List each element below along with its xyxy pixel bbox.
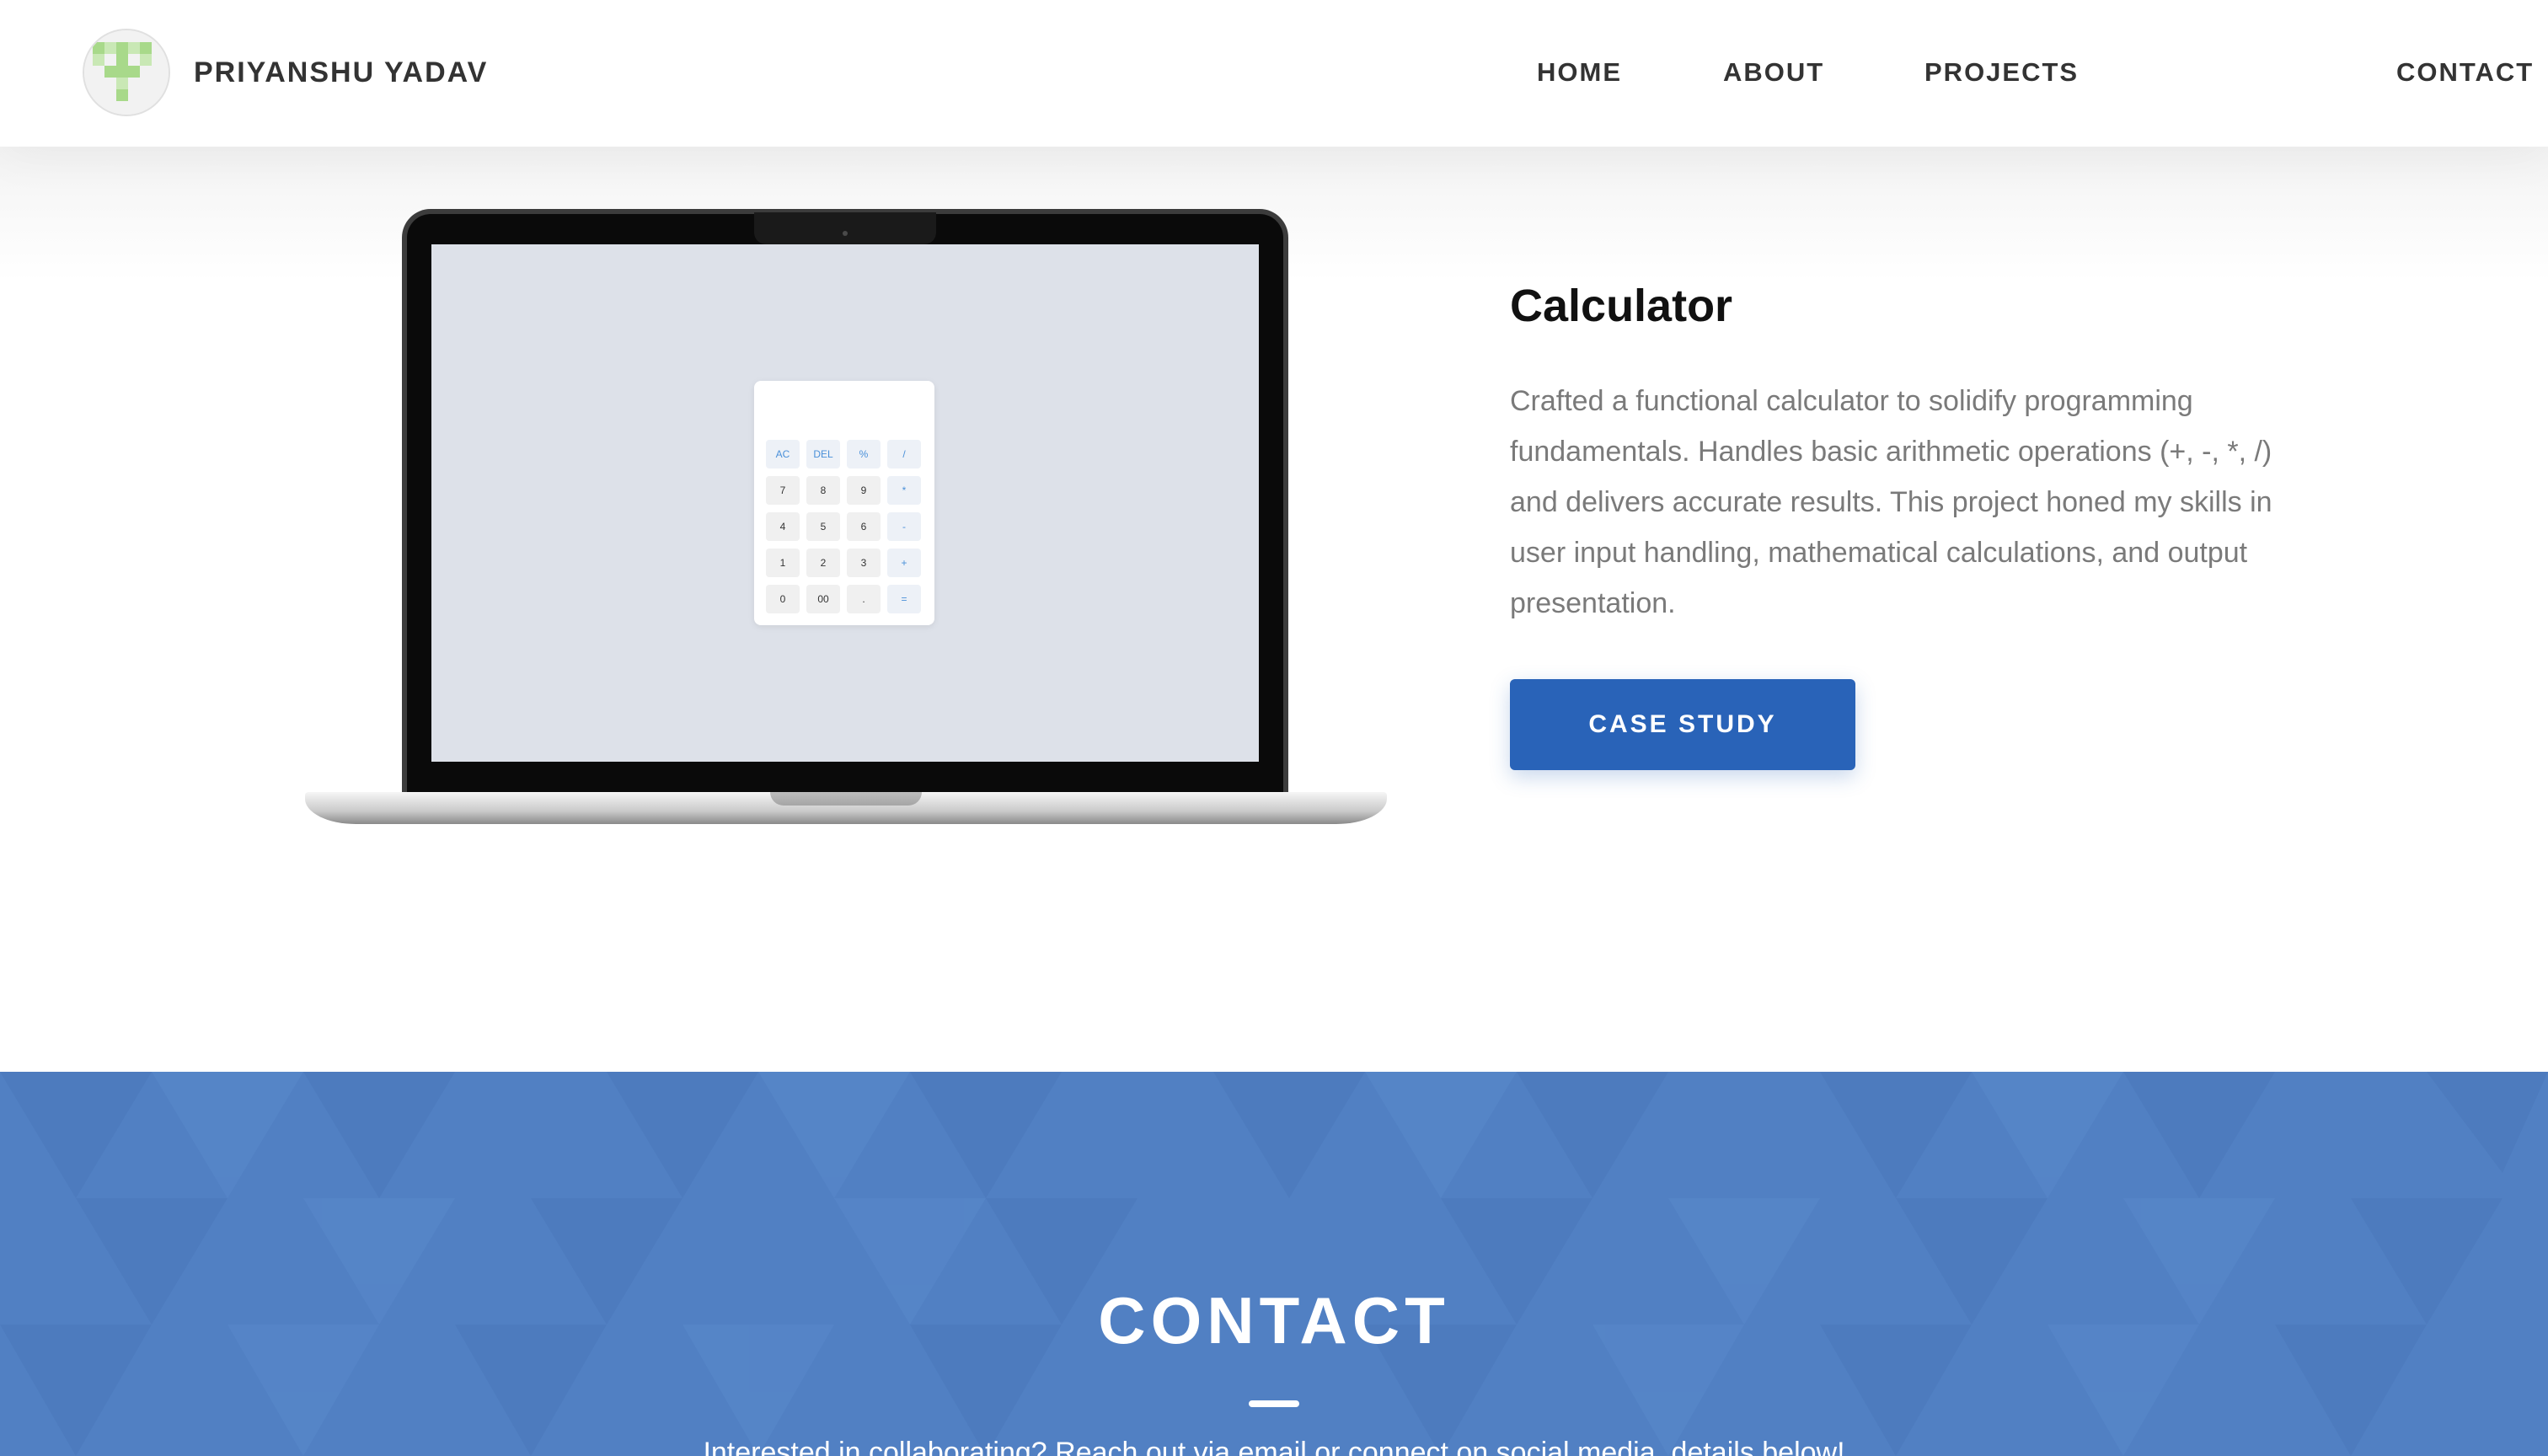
calc-key: 00: [806, 585, 840, 613]
main-nav: HOME ABOUT PROJECTS CONTACT: [1537, 54, 2548, 91]
laptop-lid: AC DEL % / 7 8 9 * 4 5 6 - 1 2 3 + 0 00 …: [402, 209, 1288, 794]
calc-key: 6: [847, 512, 881, 541]
logo-avatar[interactable]: [83, 29, 170, 116]
calculator-preview: AC DEL % / 7 8 9 * 4 5 6 - 1 2 3 + 0 00 …: [754, 381, 934, 625]
brand-name[interactable]: PRIYANSHU YADAV: [194, 54, 488, 91]
nav-home-link[interactable]: HOME: [1537, 54, 1622, 91]
calc-key: %: [847, 440, 881, 468]
calc-key: .: [847, 585, 881, 613]
heading-underline: [1249, 1400, 1299, 1407]
project-description: Crafted a functional calculator to solid…: [1510, 385, 2272, 619]
laptop-notch: [754, 212, 936, 244]
calc-key: 2: [806, 549, 840, 577]
laptop-base-lip: [770, 792, 922, 806]
calc-key: AC: [766, 440, 800, 468]
laptop-screen: AC DEL % / 7 8 9 * 4 5 6 - 1 2 3 + 0 00 …: [431, 244, 1259, 762]
calc-key: 9: [847, 476, 881, 505]
calc-key: 8: [806, 476, 840, 505]
calc-key: 1: [766, 549, 800, 577]
case-study-button[interactable]: CASE STUDY: [1510, 679, 1855, 770]
calc-key: 3: [847, 549, 881, 577]
nav-about-link[interactable]: ABOUT: [1723, 54, 1824, 91]
calc-key: /: [887, 440, 921, 468]
webcam-icon: [843, 231, 848, 236]
calculator-keypad: AC DEL % / 7 8 9 * 4 5 6 - 1 2 3 + 0 00 …: [766, 440, 924, 613]
triangle-pattern-background: [0, 1072, 2548, 1456]
contact-section: CONTACT Interested in collaborating? Rea…: [0, 1072, 2548, 1456]
laptop-mockup: AC DEL % / 7 8 9 * 4 5 6 - 1 2 3 + 0 00 …: [305, 209, 1387, 832]
project-title: Calculator: [1510, 281, 1733, 331]
contact-heading: CONTACT: [1098, 1283, 1450, 1357]
calc-key: -: [887, 512, 921, 541]
project-section: AC DEL % / 7 8 9 * 4 5 6 - 1 2 3 + 0 00 …: [0, 147, 2548, 1072]
calc-key: 7: [766, 476, 800, 505]
calc-key: *: [887, 476, 921, 505]
nav-contact-link[interactable]: CONTACT: [2396, 54, 2534, 91]
pixel-letter-logo-icon: [84, 30, 169, 115]
calc-key: 4: [766, 512, 800, 541]
contact-intro: Interested in collaborating? Reach out v…: [703, 1437, 1845, 1456]
nav-projects-link[interactable]: PROJECTS: [1924, 54, 2079, 91]
calc-key: 5: [806, 512, 840, 541]
calc-key: DEL: [806, 440, 840, 468]
calc-key: 0: [766, 585, 800, 613]
calc-key: =: [887, 585, 921, 613]
calc-key: +: [887, 549, 921, 577]
site-header: PRIYANSHU YADAV HOME ABOUT PROJECTS CONT…: [0, 0, 2548, 147]
